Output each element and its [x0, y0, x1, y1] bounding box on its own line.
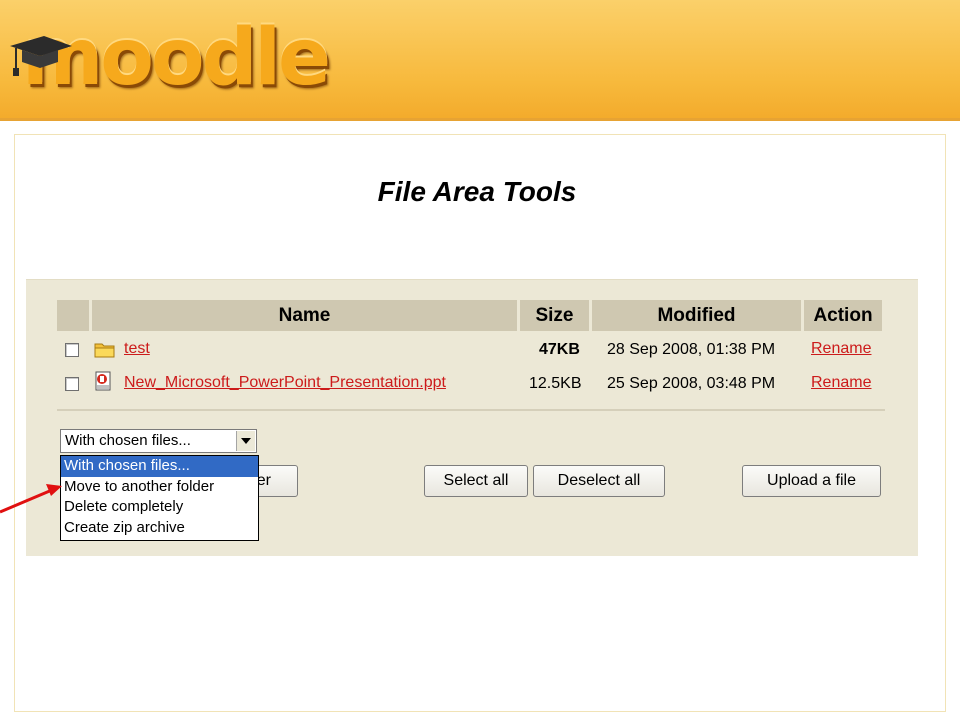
select-value: With chosen files... [65, 432, 191, 449]
rename-link[interactable]: Rename [811, 373, 871, 393]
moodle-logo[interactable]: moodle [4, 16, 331, 100]
file-size: 47KB [539, 341, 580, 358]
option-create-zip[interactable]: Create zip archive [61, 518, 258, 539]
header-modified[interactable]: Modified [592, 300, 801, 331]
row-checkbox[interactable] [65, 343, 79, 357]
select-all-button[interactable]: Select all [424, 465, 528, 497]
chevron-down-icon[interactable] [236, 431, 255, 451]
row-checkbox[interactable] [65, 377, 79, 391]
folder-icon [94, 343, 115, 358]
file-modified: 28 Sep 2008, 01:38 PM [607, 341, 776, 358]
red-arrow-icon [0, 484, 62, 514]
powerpoint-file-icon [95, 371, 111, 391]
page-title: File Area Tools [377, 176, 577, 207]
graduation-cap-icon [10, 36, 72, 76]
rename-link[interactable]: Rename [811, 339, 871, 359]
divider [57, 409, 885, 411]
file-name-link[interactable]: New_Microsoft_PowerPoint_Presentation.pp… [124, 373, 446, 393]
file-size: 12.5KB [529, 375, 582, 392]
option-with-chosen-files[interactable]: With chosen files... [61, 456, 258, 477]
option-move-to-folder[interactable]: Move to another folder [61, 477, 258, 498]
file-name-link[interactable]: test [124, 339, 150, 359]
header-size[interactable]: Size [520, 300, 589, 331]
option-delete-completely[interactable]: Delete completely [61, 497, 258, 518]
dropdown-list: With chosen files... Move to another fol… [60, 455, 259, 541]
upload-file-button[interactable]: Upload a file [742, 465, 881, 497]
header-name[interactable]: Name [92, 300, 517, 331]
with-chosen-files-select[interactable]: With chosen files... [60, 429, 257, 453]
header-banner: moodle [0, 0, 960, 121]
deselect-all-button[interactable]: Deselect all [533, 465, 665, 497]
file-modified: 25 Sep 2008, 03:48 PM [607, 375, 776, 392]
header-action: Action [804, 300, 882, 331]
header-select-column [57, 300, 89, 331]
